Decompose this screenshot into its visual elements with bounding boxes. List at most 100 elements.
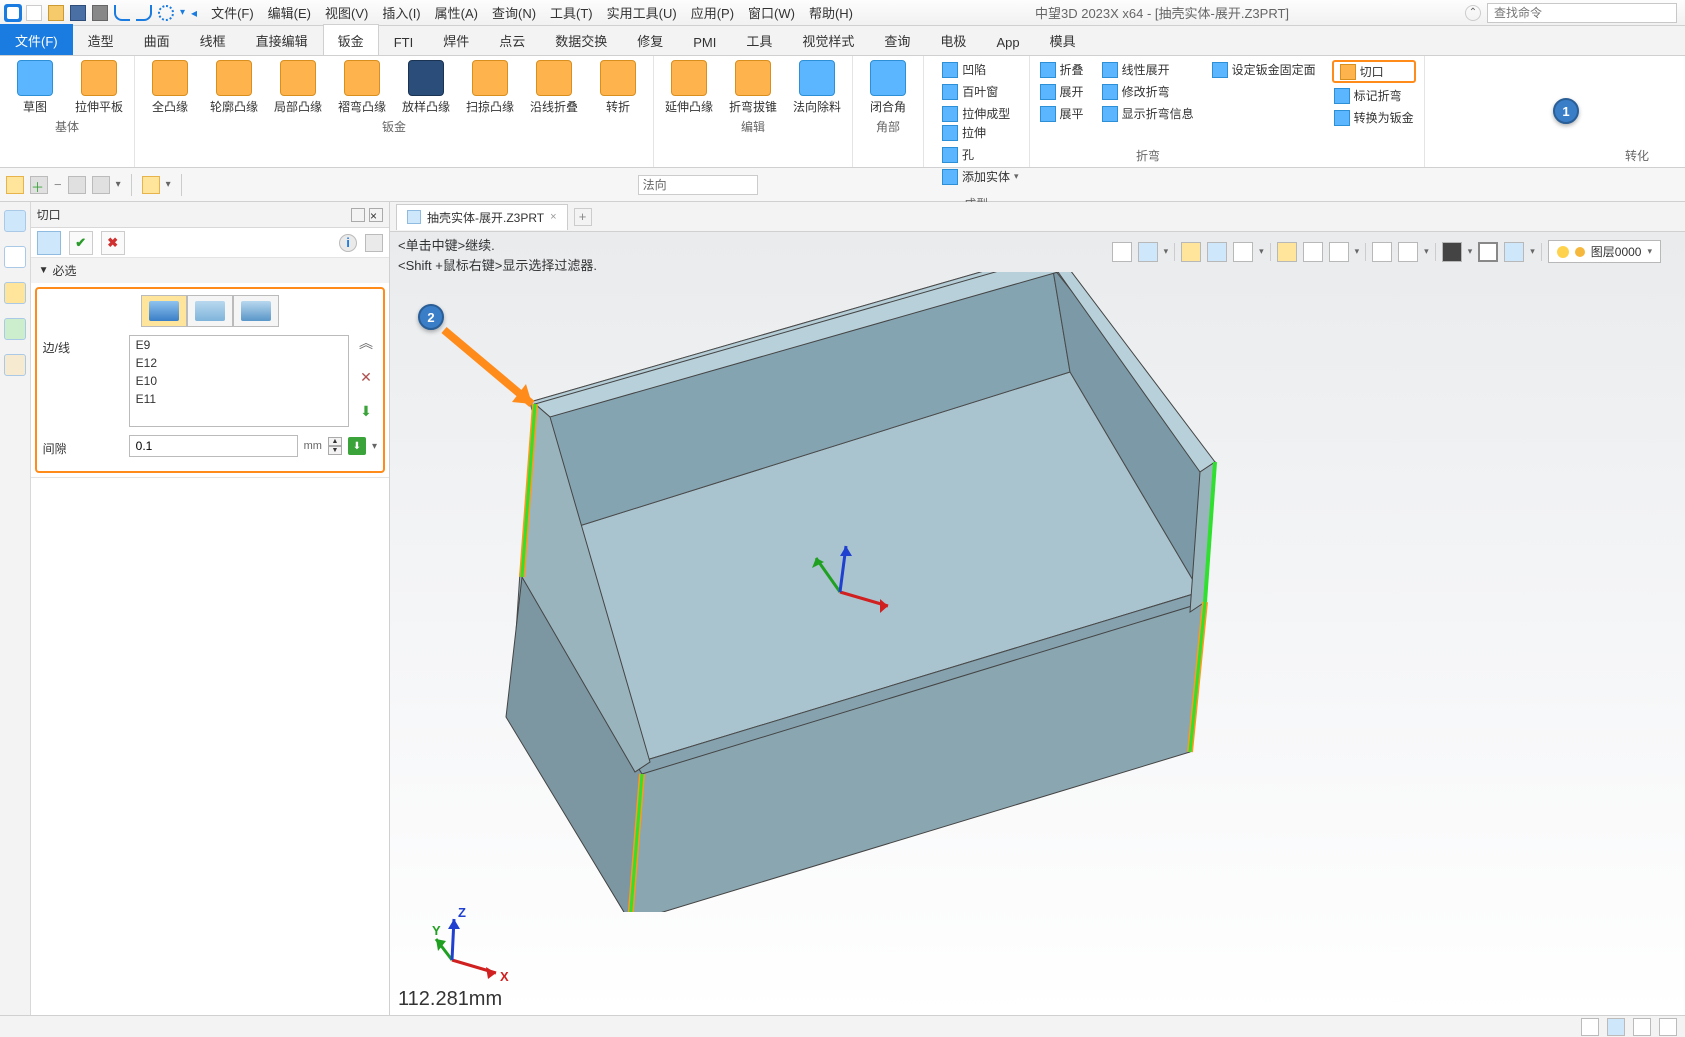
tab-query[interactable]: 查询 — [869, 24, 925, 55]
jog-button[interactable]: 转折 — [591, 60, 645, 115]
vt-dd-icon[interactable]: ▾ — [1164, 246, 1169, 257]
menu-attr[interactable]: 属性(A) — [429, 1, 484, 24]
loft-flange-button[interactable]: 放样凸缘 — [399, 60, 453, 115]
show-bend-info-button[interactable]: 显示折弯信息 — [1100, 104, 1196, 123]
tab-file[interactable]: 文件(F) — [0, 24, 73, 55]
local-flange-button[interactable]: 局部凸缘 — [271, 60, 325, 115]
tab-visualstyle[interactable]: 视觉样式 — [787, 24, 869, 55]
tab-fti[interactable]: FTI — [379, 28, 429, 55]
tab-pmi[interactable]: PMI — [678, 28, 731, 55]
qa-dropdown-icon[interactable]: ▾ — [180, 7, 185, 18]
menu-file[interactable]: 文件(F) — [205, 1, 260, 24]
menu-edit[interactable]: 编辑(E) — [262, 1, 317, 24]
vt-icon[interactable] — [1138, 242, 1158, 262]
print-icon[interactable] — [92, 5, 108, 21]
menu-window[interactable]: 窗口(W) — [742, 1, 801, 24]
menu-app[interactable]: 应用(P) — [685, 1, 740, 24]
viewport[interactable]: 抽壳实体-展开.Z3PRT × + <单击中键>继续. <Shift +鼠标右键… — [390, 202, 1685, 1015]
normal-cutout-button[interactable]: 法向除料 — [790, 60, 844, 115]
list-item[interactable]: E12 — [130, 354, 348, 372]
vt-dd-icon[interactable]: ▾ — [1259, 246, 1264, 257]
fold-button[interactable]: 折叠 — [1038, 60, 1086, 79]
fold-by-line-button[interactable]: 沿线折叠 — [527, 60, 581, 115]
tab-wireframe[interactable]: 线框 — [185, 24, 241, 55]
louver-button[interactable]: 百叶窗 — [940, 82, 1012, 101]
close-corner-button[interactable]: 闭合角 — [861, 60, 915, 115]
tab-electrode[interactable]: 电极 — [925, 24, 981, 55]
mark-bend-button[interactable]: 标记折弯 — [1332, 86, 1416, 105]
manager-tab-feature-icon[interactable] — [4, 210, 26, 232]
gap-input[interactable] — [129, 435, 298, 457]
edge-listbox[interactable]: E9 E12 E10 E11 — [129, 335, 349, 427]
tab-directedit[interactable]: 直接编辑 — [241, 24, 323, 55]
pick-list-icon[interactable]: ⬇ — [358, 403, 374, 419]
dimple-button[interactable]: 凹陷 — [940, 60, 1012, 79]
open-icon[interactable] — [48, 5, 64, 21]
panel-close-icon[interactable]: × — [369, 208, 383, 222]
extrude-button[interactable]: 拉伸 — [940, 123, 1021, 142]
tab-shape[interactable]: 造型 — [73, 24, 129, 55]
list-item[interactable]: E11 — [130, 390, 348, 408]
status-icon[interactable] — [1659, 1018, 1677, 1036]
bend-taper-button[interactable]: 折弯拔锥 — [726, 60, 780, 115]
profile-flange-button[interactable]: 轮廓凸缘 — [207, 60, 261, 115]
save-icon[interactable] — [70, 5, 86, 21]
cancel-button[interactable]: ✖ — [101, 231, 125, 255]
vt-icon[interactable] — [1442, 242, 1462, 262]
add-body-button[interactable]: 添加实体▾ — [940, 167, 1021, 186]
manager-tab-user-icon[interactable] — [4, 354, 26, 376]
more-icon[interactable]: ▾ — [116, 179, 121, 190]
clear-list-icon[interactable]: ✕ — [358, 369, 374, 385]
menu-view[interactable]: 视图(V) — [319, 1, 374, 24]
direction-input[interactable] — [638, 175, 758, 195]
vt-icon[interactable] — [1504, 242, 1524, 262]
list-item[interactable]: E9 — [130, 336, 348, 354]
qa-prev-icon[interactable]: ◂ — [191, 6, 197, 20]
filter-icon[interactable] — [92, 176, 110, 194]
vt-icon[interactable] — [1277, 242, 1297, 262]
section-required-header[interactable]: ▼必选 — [31, 258, 389, 283]
hole-button[interactable]: 孔 — [940, 145, 1021, 164]
vt-dd-icon[interactable]: ▾ — [1468, 246, 1473, 257]
new-icon[interactable] — [26, 5, 42, 21]
manager-tab-assembly-icon[interactable] — [4, 246, 26, 268]
manager-tab-view-icon[interactable] — [4, 282, 26, 304]
full-flange-button[interactable]: 全凸缘 — [143, 60, 197, 115]
tab-surface[interactable]: 曲面 — [129, 24, 185, 55]
convert-sheetmetal-button[interactable]: 转换为钣金 — [1332, 108, 1416, 127]
vt-dd-icon[interactable]: ▾ — [1530, 246, 1535, 257]
manager-tab-image-icon[interactable] — [4, 318, 26, 340]
vt-icon[interactable] — [1112, 242, 1132, 262]
panel-pin-icon[interactable] — [351, 208, 365, 222]
select-tool-icon[interactable] — [6, 176, 24, 194]
gap-pick-icon[interactable]: ⬇ — [348, 437, 366, 455]
rip-mode-1[interactable] — [141, 295, 187, 327]
hl-dropdown-icon[interactable]: ▾ — [166, 179, 171, 190]
vt-icon[interactable] — [1181, 242, 1201, 262]
ribbon-minimize-icon[interactable]: ⌃ — [1465, 5, 1481, 21]
extend-flange-button[interactable]: 延伸凸缘 — [662, 60, 716, 115]
menu-help[interactable]: 帮助(H) — [803, 1, 859, 24]
document-tab[interactable]: 抽壳实体-展开.Z3PRT × — [396, 204, 568, 230]
tab-tools[interactable]: 工具 — [731, 24, 787, 55]
sweep-flange-button[interactable]: 扫掠凸缘 — [463, 60, 517, 115]
rip-mode-3[interactable] — [233, 295, 279, 327]
set-fixed-face-button[interactable]: 设定钣金固定面 — [1210, 60, 1318, 79]
expand-icon[interactable] — [365, 234, 383, 252]
collapse-list-icon[interactable]: ︽ — [358, 335, 374, 351]
status-icon[interactable] — [1633, 1018, 1651, 1036]
minus-tool-icon[interactable]: − — [54, 177, 62, 192]
linear-unfold-button[interactable]: 线性展开 — [1100, 60, 1196, 79]
add-tool-icon[interactable]: ＋ — [30, 176, 48, 194]
vt-icon[interactable] — [1303, 242, 1323, 262]
tab-dataexchange[interactable]: 数据交换 — [540, 24, 622, 55]
status-icon[interactable] — [1607, 1018, 1625, 1036]
tab-mold[interactable]: 模具 — [1035, 24, 1091, 55]
info-icon[interactable]: i — [339, 234, 357, 252]
confirm-button[interactable]: ✔ — [69, 231, 93, 255]
sketch-button[interactable]: 草图 — [8, 60, 62, 115]
gap-dropdown-icon[interactable]: ▾ — [372, 441, 377, 452]
list-item[interactable]: E10 — [130, 372, 348, 390]
close-tab-icon[interactable]: × — [550, 211, 556, 223]
sel-mode-icon[interactable] — [68, 176, 86, 194]
